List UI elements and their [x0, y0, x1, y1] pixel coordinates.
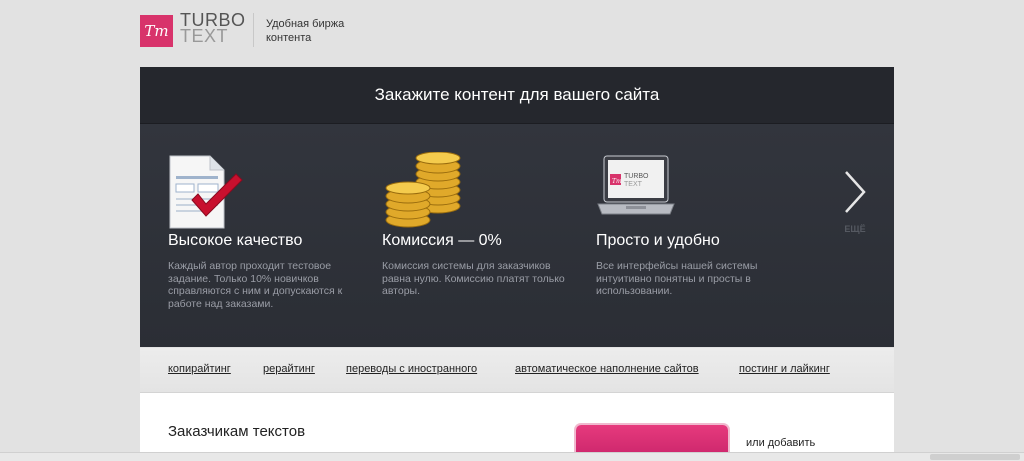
logo-wordmark[interactable]: TURBO TEXT	[180, 11, 246, 46]
document-check-icon	[166, 152, 246, 235]
nav-link-posting[interactable]: постинг и лайкинг	[739, 363, 830, 375]
hero-title: Закажите контент для вашего сайта	[140, 67, 894, 124]
nav-link-autofill[interactable]: автоматическое наполнение сайтов	[515, 363, 699, 375]
coins-icon	[384, 151, 464, 235]
laptop-icon: Tт TURBO TEXT	[596, 154, 676, 225]
laptop-screen-word1: TURBO	[624, 173, 649, 180]
site-tagline: Удобная биржа контента	[266, 18, 345, 44]
header-divider	[253, 13, 254, 47]
nav-link-translations[interactable]: переводы с иностранного	[346, 363, 477, 375]
feature-title: Комиссия — 0%	[382, 232, 502, 249]
feature-text: Все интерфейсы нашей системы интуитивно …	[596, 260, 758, 297]
feature-title: Просто и удобно	[596, 232, 720, 249]
logo-word-text: TEXT	[180, 26, 229, 46]
hero-panel: Закажите контент для вашего сайта Высоко…	[140, 67, 894, 347]
nav-link-rewriting[interactable]: рерайтинг	[263, 363, 315, 375]
feature-text: Каждый автор проходит тестовое задание. …	[168, 260, 343, 310]
category-nav: копирайтинг рерайтинг переводы с иностра…	[140, 348, 894, 393]
feature-title: Высокое качество	[168, 232, 303, 249]
nav-link-copywriting[interactable]: копирайтинг	[168, 363, 231, 375]
site-header: Tт TURBO TEXT Удобная биржа контента	[0, 0, 1024, 66]
laptop-screen-word2: TEXT	[624, 181, 643, 188]
chevron-right-icon[interactable]	[840, 168, 870, 216]
logo-mark[interactable]: Tт	[140, 15, 173, 47]
feature-text: Комиссия системы для заказчиков равна ну…	[382, 260, 565, 297]
hero-features: Высокое качество Каждый автор проходит т…	[140, 124, 894, 347]
scrollbar-thumb[interactable]	[930, 454, 1020, 460]
next-slide-label[interactable]: ЕЩЁ	[840, 224, 870, 234]
customers-section: Заказчикам текстов или добавить	[140, 393, 894, 460]
section-title: Заказчикам текстов	[168, 423, 306, 440]
add-link[interactable]: или добавить	[746, 437, 815, 449]
svg-text:Tт: Tт	[612, 178, 622, 185]
